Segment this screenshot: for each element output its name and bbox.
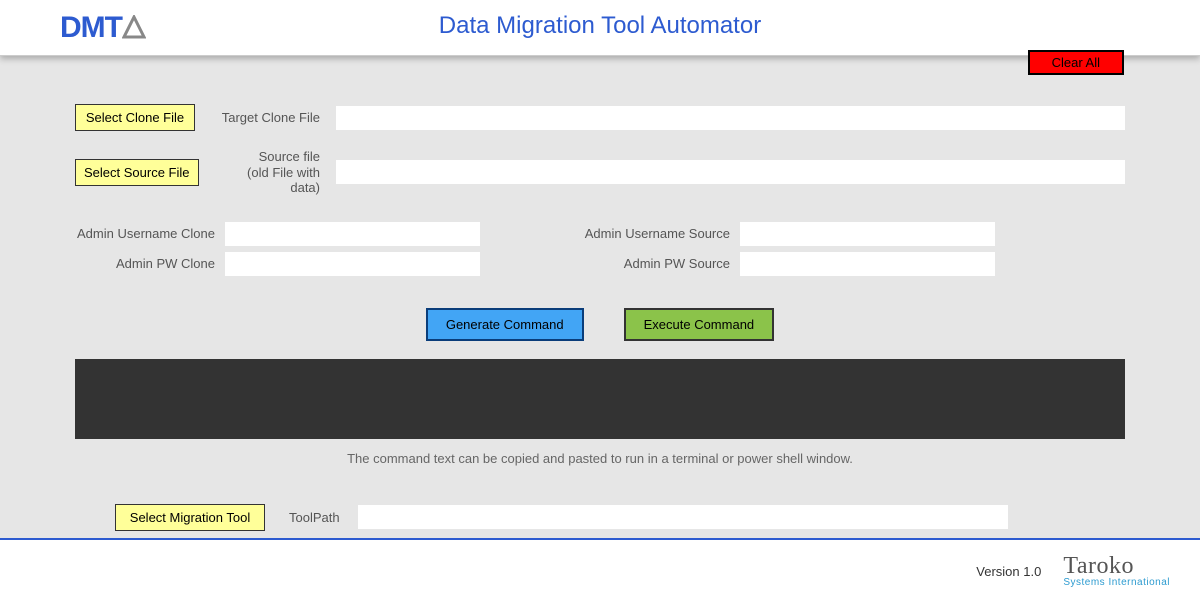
app-footer: Version 1.0 Taroko Systems International [0, 538, 1200, 603]
clone-credentials: Admin Username Clone Admin PW Clone [75, 222, 480, 276]
tool-path-row: Select Migration Tool ToolPath [75, 504, 1125, 531]
admin-user-source-label: Admin Username Source [540, 226, 740, 241]
select-source-file-button[interactable]: Select Source File [75, 159, 199, 186]
admin-user-source-input[interactable] [740, 222, 995, 246]
app-logo: DMT [60, 11, 146, 45]
source-file-label-line1: Source file [259, 149, 320, 164]
admin-pw-source-label: Admin PW Source [540, 256, 740, 271]
tool-path-label: ToolPath [289, 510, 340, 525]
source-file-label-line2: (old File with data) [247, 165, 320, 196]
app-header: DMT Data Migration Tool Automator [0, 0, 1200, 56]
command-hint: The command text can be copied and paste… [75, 451, 1125, 466]
admin-pw-source-input[interactable] [740, 252, 995, 276]
select-clone-file-button[interactable]: Select Clone File [75, 104, 195, 131]
source-file-input[interactable] [336, 160, 1125, 184]
source-file-row: Select Source File Source file (old File… [75, 149, 1125, 196]
action-row: Generate Command Execute Command [75, 308, 1125, 341]
select-migration-tool-button[interactable]: Select Migration Tool [115, 504, 265, 531]
version-label: Version 1.0 [976, 564, 1041, 579]
clear-all-button[interactable]: Clear All [1028, 50, 1124, 75]
target-clone-file-input[interactable] [336, 106, 1125, 130]
tool-path-input[interactable] [358, 505, 1008, 529]
vendor-name: Taroko [1063, 553, 1134, 579]
admin-user-clone-input[interactable] [225, 222, 480, 246]
source-file-label: Source file (old File with data) [218, 149, 328, 196]
command-output[interactable] [75, 359, 1125, 439]
app-title: Data Migration Tool Automator [439, 12, 761, 40]
execute-command-button[interactable]: Execute Command [624, 308, 775, 341]
admin-user-clone-label: Admin Username Clone [75, 226, 225, 241]
clone-file-row: Select Clone File Target Clone File [75, 104, 1125, 131]
main-panel: Clear All Select Clone File Target Clone… [0, 56, 1200, 531]
source-credentials: Admin Username Source Admin PW Source [540, 222, 995, 276]
target-clone-file-label: Target Clone File [218, 110, 328, 126]
vendor-sub: Systems International [1063, 578, 1170, 587]
admin-pw-clone-label: Admin PW Clone [75, 256, 225, 271]
vendor-block: Taroko Systems International [1063, 556, 1170, 587]
generate-command-button[interactable]: Generate Command [426, 308, 584, 341]
credentials-row: Admin Username Clone Admin PW Clone Admi… [75, 222, 1125, 276]
admin-pw-clone-input[interactable] [225, 252, 480, 276]
